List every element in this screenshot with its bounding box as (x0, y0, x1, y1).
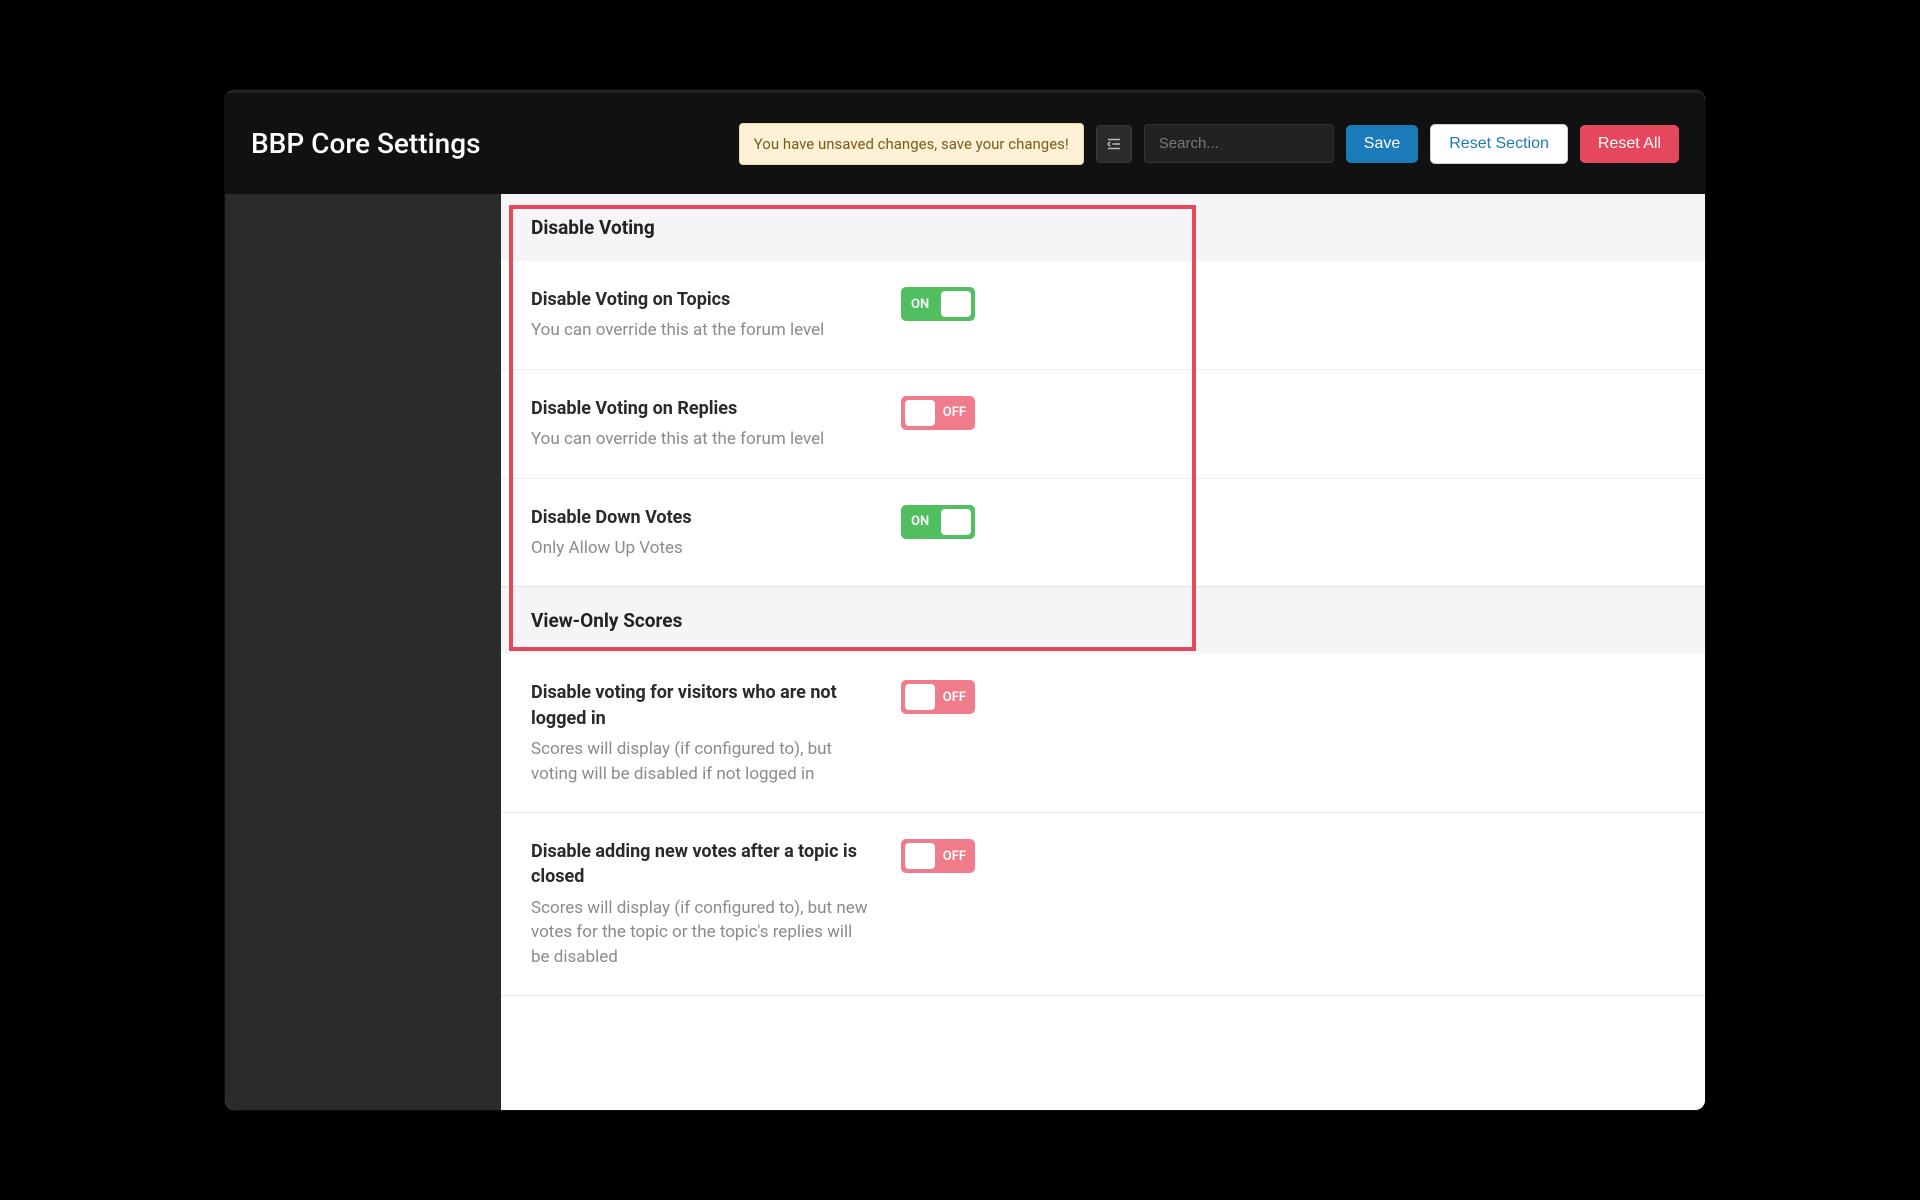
collapse-sidebar-button[interactable] (1096, 125, 1132, 163)
row-label: Disable Down Votes Only Allow Up Votes (531, 505, 871, 561)
toggle-on-label: ON (911, 297, 929, 312)
page-title: BBP Core Settings (251, 127, 481, 160)
row-description: Scores will display (if configured to), … (531, 896, 871, 970)
row-label: Disable Voting on Replies You can overri… (531, 396, 871, 452)
toggle-disable-voting-replies[interactable]: OFF (901, 396, 975, 430)
toggle-disable-voting-closed[interactable]: OFF (901, 839, 975, 873)
setting-row-disable-voting-topics: Disable Voting on Topics You can overrid… (501, 261, 1705, 370)
toggle-handle (941, 291, 971, 317)
section-disable-voting: Disable Voting Disable Voting on Topics … (501, 194, 1705, 587)
unsaved-changes-notice: You have unsaved changes, save your chan… (739, 123, 1084, 165)
setting-row-disable-voting-guests: Disable voting for visitors who are not … (501, 654, 1705, 813)
setting-row-disable-down-votes: Disable Down Votes Only Allow Up Votes O… (501, 479, 1705, 587)
search-input[interactable] (1144, 124, 1334, 163)
row-title: Disable adding new votes after a topic i… (531, 839, 871, 889)
toggle-handle (905, 400, 935, 426)
section-heading: View-Only Scores (501, 587, 1705, 654)
toggle-disable-voting-topics[interactable]: ON (901, 287, 975, 321)
toggle-off-label: OFF (943, 849, 966, 864)
row-title: Disable Voting on Replies (531, 396, 871, 421)
row-title: Disable voting for visitors who are not … (531, 680, 871, 730)
section-heading: Disable Voting (501, 194, 1705, 261)
setting-row-disable-voting-replies: Disable Voting on Replies You can overri… (501, 370, 1705, 479)
row-control: OFF (871, 396, 975, 430)
toggle-off-label: OFF (943, 690, 966, 705)
setting-row-disable-voting-closed: Disable adding new votes after a topic i… (501, 813, 1705, 995)
row-label: Disable voting for visitors who are not … (531, 680, 871, 786)
toggle-disable-voting-guests[interactable]: OFF (901, 680, 975, 714)
row-control: ON (871, 287, 975, 321)
reset-section-button[interactable]: Reset Section (1430, 124, 1568, 164)
body-area: Disable Voting Disable Voting on Topics … (225, 194, 1705, 1110)
toggle-on-label: ON (911, 514, 929, 529)
toggle-handle (941, 509, 971, 535)
toggle-handle (905, 843, 935, 869)
toggle-handle (905, 684, 935, 710)
top-bar: BBP Core Settings You have unsaved chang… (225, 90, 1705, 194)
indent-icon (1105, 135, 1123, 153)
row-description: Scores will display (if configured to), … (531, 737, 871, 786)
row-description: You can override this at the forum level (531, 427, 871, 452)
row-label: Disable Voting on Topics You can overrid… (531, 287, 871, 343)
reset-all-button[interactable]: Reset All (1580, 125, 1679, 163)
save-button[interactable]: Save (1346, 125, 1418, 163)
row-control: OFF (871, 839, 975, 873)
row-control: OFF (871, 680, 975, 714)
row-title: Disable Down Votes (531, 505, 871, 530)
sidebar (225, 194, 501, 1110)
toggle-disable-down-votes[interactable]: ON (901, 505, 975, 539)
settings-window: BBP Core Settings You have unsaved chang… (225, 90, 1705, 1110)
row-label: Disable adding new votes after a topic i… (531, 839, 871, 969)
row-control: ON (871, 505, 975, 539)
main-content: Disable Voting Disable Voting on Topics … (501, 194, 1705, 1110)
toggle-off-label: OFF (943, 405, 966, 420)
row-description: Only Allow Up Votes (531, 536, 871, 561)
section-view-only-scores: View-Only Scores Disable voting for visi… (501, 587, 1705, 996)
row-title: Disable Voting on Topics (531, 287, 871, 312)
row-description: You can override this at the forum level (531, 318, 871, 343)
